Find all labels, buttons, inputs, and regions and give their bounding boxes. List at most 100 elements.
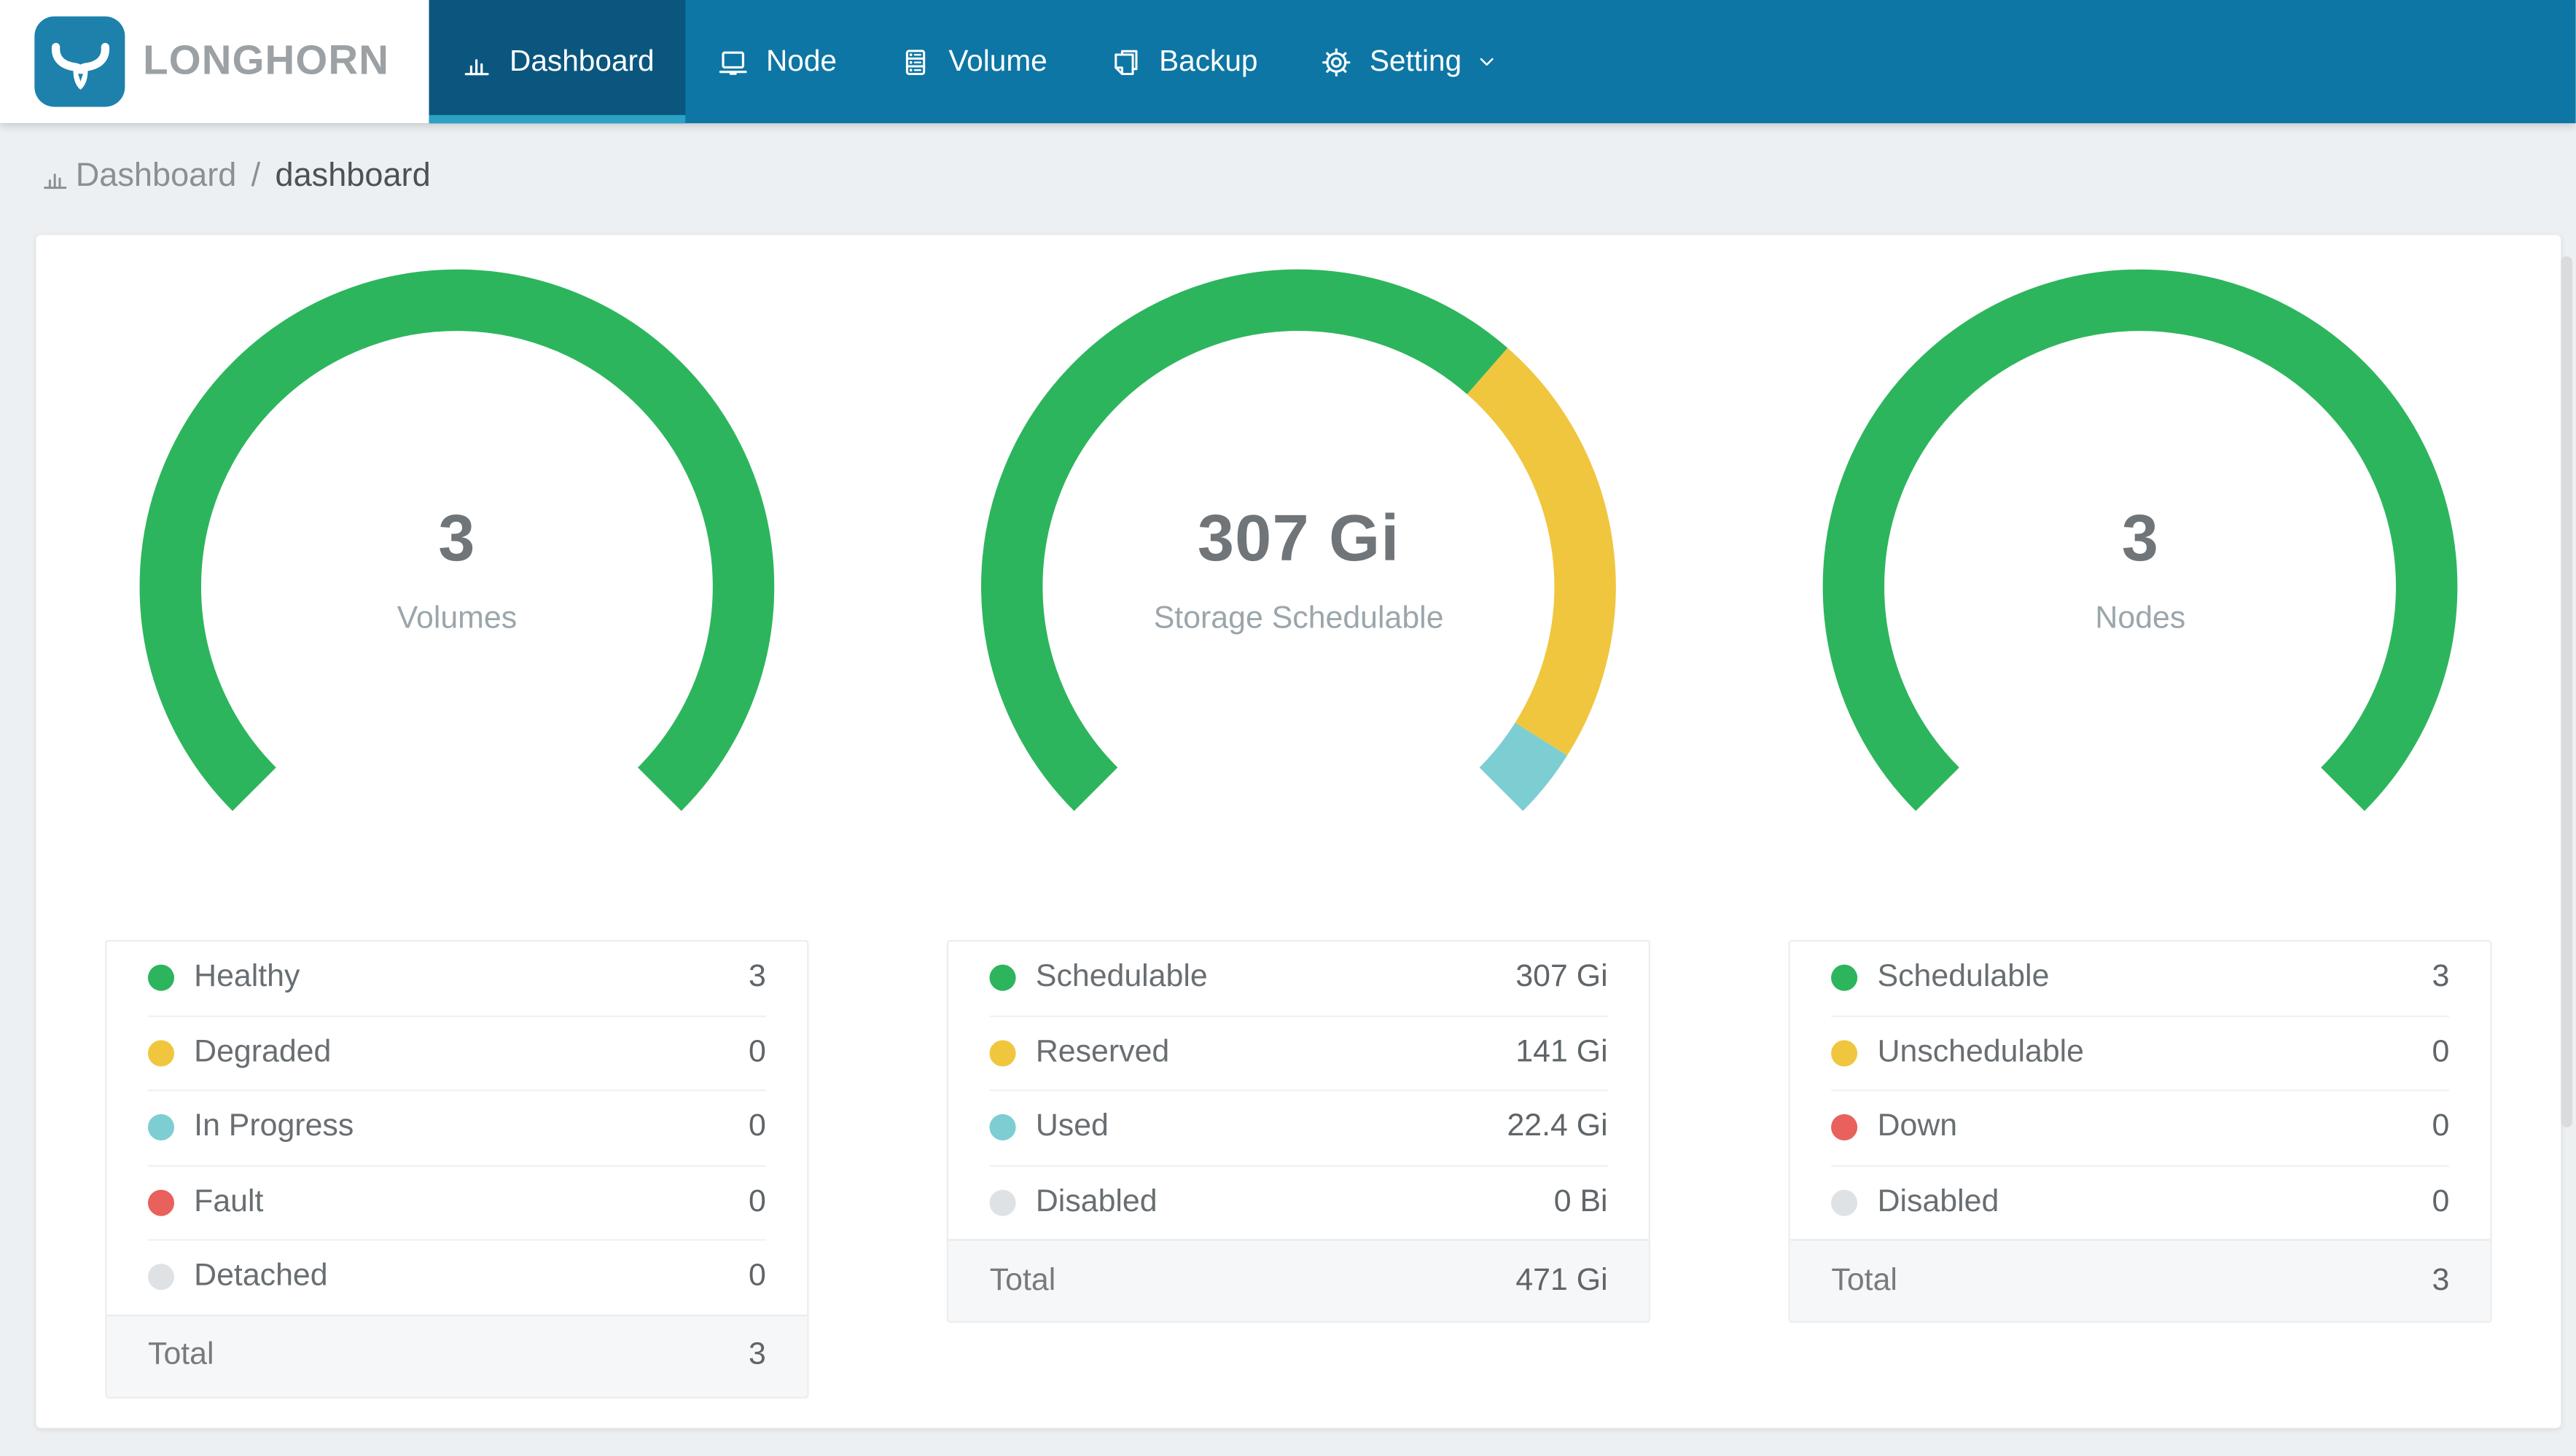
gauge-column-nodes: 3 Nodes Schedulable 3 Unschedulable 0 Down 0 D… xyxy=(1720,263,2561,1398)
legend-row-used: Used 22.4 Gi xyxy=(948,1091,1649,1164)
legend-row-healthy: Healthy 3 xyxy=(107,942,808,1014)
dashboard-card: 3 Volumes Healthy 3 Degraded 0 In Progress 0 F… xyxy=(36,235,2561,1428)
nav-item-backup[interactable]: Backup xyxy=(1079,0,1289,123)
legend-total-label: Total xyxy=(1831,1262,1897,1298)
legend-row-disabled: Disabled 0 Bi xyxy=(948,1166,1649,1239)
nav-item-volume[interactable]: Volume xyxy=(868,0,1079,123)
status-dot-disabled xyxy=(1831,1189,1858,1216)
legend-total-value: 3 xyxy=(749,1337,766,1372)
volumes-legend-table: Healthy 3 Degraded 0 In Progress 0 Fault 0 Detac… xyxy=(105,939,809,1398)
nav-menu: Dashboard Node Volume Backup Setting xyxy=(429,0,1531,124)
legend-row-disabled: Disabled 0 xyxy=(1790,1166,2491,1239)
volume-icon xyxy=(899,45,932,78)
top-nav: LONGHORN Dashboard Node Volume Backup Se… xyxy=(0,0,2576,124)
legend-row-in-progress: In Progress 0 xyxy=(107,1091,808,1164)
legend-label: Used xyxy=(1035,1109,1109,1145)
storage-gauge-chart: 307 Gi Storage Schedulable xyxy=(975,263,1622,910)
status-dot-used xyxy=(989,1114,1016,1141)
legend-value: 0 xyxy=(2432,1184,2450,1219)
legend-row-schedulable: Schedulable 3 xyxy=(1790,942,2491,1014)
breadcrumb-separator: / xyxy=(251,157,261,195)
gauge-arc-schedulable xyxy=(1823,269,2458,811)
volumes-gauge-chart: 3 Volumes xyxy=(133,263,781,910)
gauge-column-storage: 307 Gi Storage Schedulable Schedulable 30… xyxy=(878,263,1720,1398)
nav-item-label: Backup xyxy=(1159,44,1258,77)
legend-total-label: Total xyxy=(989,1262,1056,1298)
longhorn-dashboard-app: LONGHORN Dashboard Node Volume Backup Se… xyxy=(0,0,2576,1456)
longhorn-logo-icon xyxy=(34,16,125,107)
node-icon xyxy=(717,45,749,78)
legend-total-value: 471 Gi xyxy=(1515,1262,1608,1298)
legend-value: 22.4 Gi xyxy=(1507,1109,1608,1145)
legend-label: Fault xyxy=(194,1184,264,1219)
legend-label: Detached xyxy=(194,1259,328,1294)
legend-total-row: Total 3 xyxy=(1790,1239,2491,1322)
status-dot-reserved xyxy=(989,1039,1016,1066)
legend-label: In Progress xyxy=(194,1109,354,1145)
status-dot-fault xyxy=(148,1189,175,1216)
nav-item-node[interactable]: Node xyxy=(685,0,867,123)
legend-value: 0 xyxy=(749,1109,766,1145)
legend-label: Down xyxy=(1877,1109,1958,1145)
legend-label: Healthy xyxy=(194,960,300,995)
breadcrumb-current-page: dashboard xyxy=(275,157,431,195)
dashboard-chart-icon xyxy=(460,45,493,78)
backup-icon xyxy=(1109,45,1142,78)
legend-label: Unschedulable xyxy=(1877,1035,2085,1070)
legend-value: 0 xyxy=(749,1184,766,1219)
legend-label: Degraded xyxy=(194,1035,332,1070)
legend-row-degraded: Degraded 0 xyxy=(107,1017,808,1089)
gauge-arc-reserved xyxy=(1467,348,1616,756)
chevron-down-icon xyxy=(1475,50,1499,74)
status-dot-down xyxy=(1831,1114,1858,1141)
status-dot-in-progress xyxy=(148,1114,175,1141)
storage-legend-table: Schedulable 307 Gi Reserved 141 Gi Used 22.4 … xyxy=(947,939,1651,1323)
legend-total-value: 3 xyxy=(2432,1262,2450,1298)
status-dot-schedulable xyxy=(1831,965,1858,992)
status-dot-disabled xyxy=(989,1189,1016,1216)
gauge-arc-schedulable xyxy=(981,269,1508,811)
legend-value: 0 xyxy=(749,1035,766,1070)
status-dot-healthy xyxy=(148,965,175,992)
legend-total-label: Total xyxy=(148,1337,214,1372)
scrollbar-thumb[interactable] xyxy=(2561,256,2573,1127)
status-dot-detached xyxy=(148,1264,175,1291)
legend-value: 0 xyxy=(2432,1109,2450,1145)
legend-label: Schedulable xyxy=(1877,960,2050,995)
legend-value: 0 xyxy=(749,1259,766,1294)
legend-row-down: Down 0 xyxy=(1790,1091,2491,1164)
legend-row-reserved: Reserved 141 Gi xyxy=(948,1017,1649,1089)
nav-item-label: Node xyxy=(765,44,838,77)
legend-label: Disabled xyxy=(1877,1184,1999,1219)
status-dot-unschedulable xyxy=(1831,1039,1858,1066)
status-dot-degraded xyxy=(148,1039,175,1066)
legend-value: 3 xyxy=(2432,960,2450,995)
legend-label: Disabled xyxy=(1035,1184,1158,1219)
gauge-arc-healthy xyxy=(139,269,775,811)
nav-item-label: Dashboard xyxy=(510,44,655,77)
legend-value: 0 Bi xyxy=(1553,1184,1608,1219)
legend-label: Schedulable xyxy=(1035,960,1208,995)
brand[interactable]: LONGHORN xyxy=(0,0,429,124)
legend-row-unschedulable: Unschedulable 0 xyxy=(1790,1017,2491,1089)
legend-row-detached: Detached 0 xyxy=(107,1241,808,1314)
status-dot-schedulable xyxy=(989,965,1016,992)
breadcrumb: Dashboard / dashboard xyxy=(39,157,2537,195)
legend-value: 0 xyxy=(2432,1035,2450,1070)
legend-label: Reserved xyxy=(1035,1035,1170,1070)
nav-item-dashboard[interactable]: Dashboard xyxy=(429,0,686,124)
legend-total-row: Total 3 xyxy=(106,1313,808,1396)
brand-name: LONGHORN xyxy=(143,37,390,85)
gauge-column-volumes: 3 Volumes Healthy 3 Degraded 0 In Progress 0 F… xyxy=(36,263,878,1398)
breadcrumb-section-link[interactable]: Dashboard xyxy=(76,157,237,195)
legend-row-fault: Fault 0 xyxy=(107,1166,808,1239)
legend-value: 3 xyxy=(749,960,766,995)
nodes-gauge-chart: 3 Nodes xyxy=(1816,263,2464,910)
nav-item-label: Setting xyxy=(1369,44,1462,77)
dashboard-chart-icon xyxy=(39,161,71,192)
nav-item-setting[interactable]: Setting xyxy=(1289,0,1531,123)
legend-row-schedulable: Schedulable 307 Gi xyxy=(948,942,1649,1014)
nav-item-label: Volume xyxy=(948,44,1047,77)
legend-total-row: Total 471 Gi xyxy=(948,1239,1649,1322)
legend-value: 307 Gi xyxy=(1515,960,1608,995)
